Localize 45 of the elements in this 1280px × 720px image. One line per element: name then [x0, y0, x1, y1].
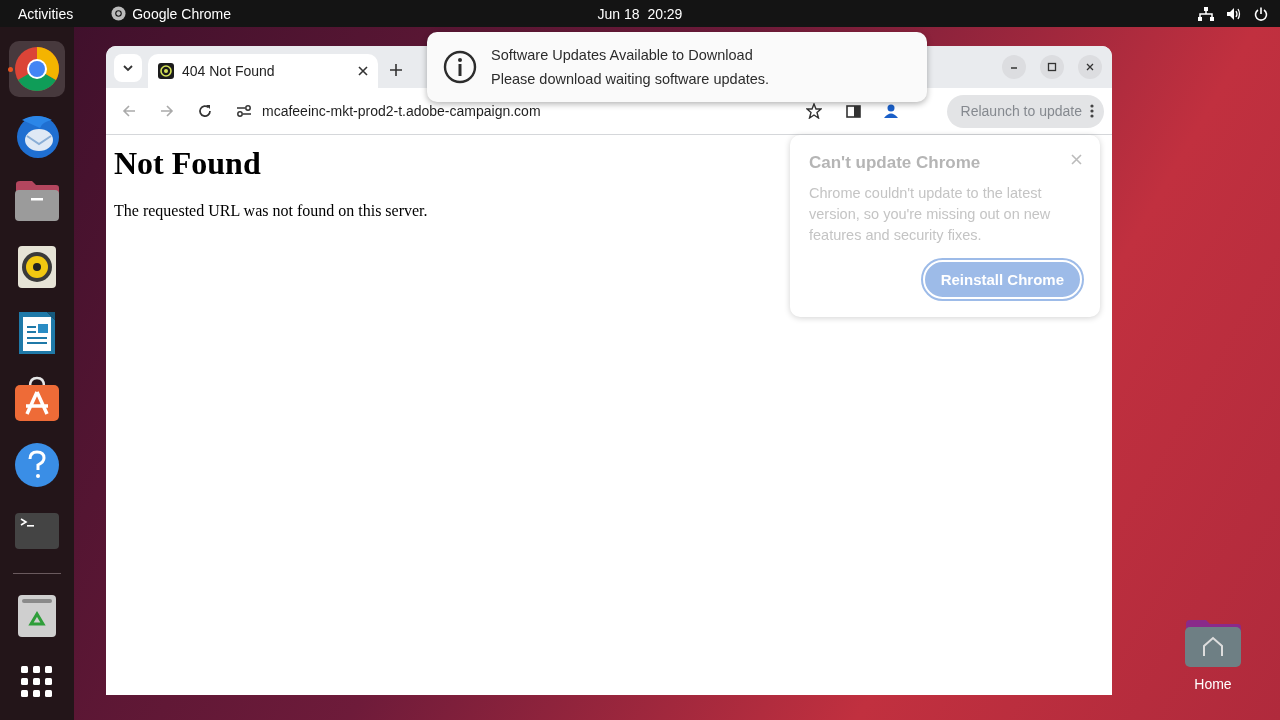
- trash-icon[interactable]: [17, 594, 57, 638]
- profile-icon[interactable]: [883, 103, 899, 119]
- close-icon: [1071, 154, 1082, 165]
- page-message: The requested URL was not found on this server.: [114, 202, 428, 220]
- speaker-icon[interactable]: [17, 245, 57, 289]
- home-label[interactable]: Home: [1194, 676, 1232, 692]
- running-dot: [8, 67, 13, 72]
- activities-button[interactable]: Activities: [18, 5, 74, 22]
- browser-tab[interactable]: 404 Not Found: [148, 54, 378, 88]
- info-icon: [443, 50, 477, 84]
- maximize-icon: [1047, 62, 1057, 72]
- back-arrow-icon: [122, 104, 136, 118]
- site-icon: [158, 63, 174, 79]
- close-icon: [1085, 62, 1095, 72]
- popup-title: Can't update Chrome: [809, 153, 981, 173]
- popup-message: Chrome couldn't update to the latest version, so you're missing out on new features and security fixes.: [809, 184, 1052, 245]
- app-name[interactable]: Google Chrome: [132, 5, 232, 22]
- notification-message: Please download waiting software updates.: [491, 71, 770, 87]
- notification[interactable]: Software Updates Available to Download Please download waiting software updates.: [427, 32, 927, 102]
- forward-arrow-icon: [160, 104, 174, 118]
- folder-icon[interactable]: [14, 180, 60, 222]
- caret-icon: [122, 64, 134, 72]
- terminal-icon[interactable]: [14, 512, 60, 550]
- page-heading: Not Found: [114, 145, 261, 182]
- shopping-bag-icon[interactable]: [14, 376, 60, 422]
- help-icon[interactable]: [14, 442, 60, 488]
- document-icon[interactable]: [17, 310, 57, 356]
- tab-search-button[interactable]: [114, 54, 142, 82]
- network-icon[interactable]: [1198, 6, 1214, 21]
- app-grid-icon[interactable]: [21, 666, 53, 698]
- star-icon[interactable]: [806, 103, 822, 119]
- side-panel-icon[interactable]: [846, 104, 861, 118]
- home-folder-icon[interactable]: [1184, 618, 1242, 668]
- plus-icon: [390, 64, 402, 76]
- site-settings-icon[interactable]: [236, 105, 252, 117]
- power-icon[interactable]: [1254, 6, 1268, 21]
- close-button[interactable]: [1078, 55, 1102, 79]
- notification-title: Software Updates Available to Download: [491, 47, 754, 63]
- maximize-button[interactable]: [1040, 55, 1064, 79]
- clock[interactable]: Jun 18 20:29: [597, 5, 683, 22]
- close-icon[interactable]: [358, 66, 368, 76]
- chrome-icon: [111, 6, 127, 21]
- volume-icon[interactable]: [1226, 6, 1242, 21]
- reload-icon: [198, 104, 212, 118]
- menu-icon[interactable]: [1090, 104, 1094, 118]
